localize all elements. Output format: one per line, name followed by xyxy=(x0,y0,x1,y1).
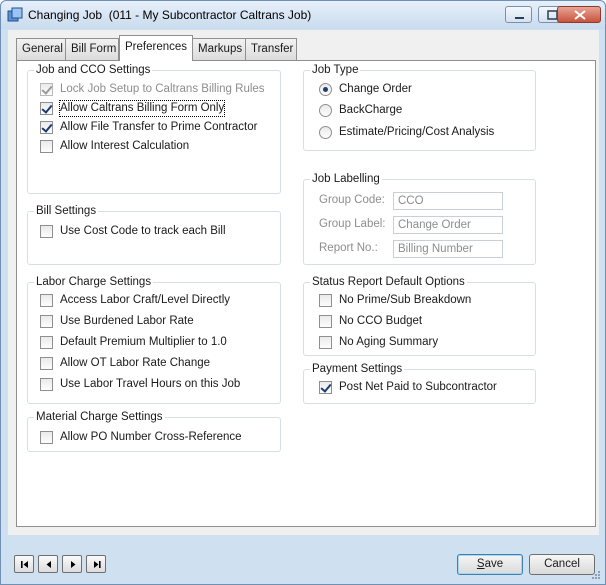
group-title: Bill Settings xyxy=(34,204,99,218)
checkbox-box xyxy=(319,294,332,307)
save-label-rest: ave xyxy=(484,558,504,570)
group-title: Job Type xyxy=(310,63,361,77)
tab-general[interactable]: General xyxy=(16,38,66,60)
job-app-icon xyxy=(7,7,23,22)
checkbox-label: No CCO Budget xyxy=(339,315,423,327)
radio-label: Change Order xyxy=(339,83,412,95)
checkbox-box xyxy=(40,378,53,391)
checkbox-label: No Aging Summary xyxy=(339,336,439,348)
report-no-field[interactable] xyxy=(393,240,503,258)
save-button[interactable]: Save xyxy=(457,554,523,575)
group-label-field[interactable] xyxy=(393,216,503,234)
group-label-label: Group Label: xyxy=(319,218,386,230)
checkbox-label: Allow OT Labor Rate Change xyxy=(60,357,211,369)
checkbox-box xyxy=(40,294,53,307)
checkbox-box xyxy=(319,336,332,349)
close-button[interactable] xyxy=(557,6,601,23)
checkbox-label: No Prime/Sub Breakdown xyxy=(339,294,472,306)
group-title: Status Report Default Options xyxy=(310,275,467,289)
title-bar[interactable]: Changing Job (011 - My Subcontractor Cal… xyxy=(1,1,605,29)
tab-label: Markups xyxy=(198,43,243,55)
labor-charge-settings-group: Labor Charge Settings Access Labor Craft… xyxy=(27,275,281,404)
group-title: Job and CCO Settings xyxy=(34,63,153,77)
tab-label: Transfer xyxy=(251,43,294,55)
radio-circle xyxy=(319,126,332,139)
checkbox-box xyxy=(40,225,53,238)
changing-job-window: Changing Job (011 - My Subcontractor Cal… xyxy=(0,0,606,585)
checkbox-label: Post Net Paid to Subcontractor xyxy=(339,381,497,393)
minimize-button[interactable] xyxy=(505,6,532,23)
first-record-icon xyxy=(21,561,28,568)
checkbox-box xyxy=(40,121,53,134)
radio-label: Estimate/Pricing/Cost Analysis xyxy=(339,126,495,138)
tab-label: Preferences xyxy=(125,41,188,53)
checkbox-box xyxy=(319,315,332,328)
tab-label: Bill Form xyxy=(71,43,117,55)
group-code-label: Group Code: xyxy=(319,194,385,206)
checkbox-box xyxy=(40,140,53,153)
radio-label: BackCharge xyxy=(339,104,403,116)
checkbox-box xyxy=(40,83,53,96)
checkbox-label: Access Labor Craft/Level Directly xyxy=(60,294,231,306)
material-charge-settings-group: Material Charge Settings Allow PO Number… xyxy=(27,410,281,452)
radio-circle xyxy=(319,104,332,117)
payment-settings-group: Payment Settings Post Net Paid to Subcon… xyxy=(303,362,536,404)
resize-grip-icon[interactable] xyxy=(591,570,601,580)
tab-markups[interactable]: Markups xyxy=(192,38,246,60)
checkbox-box xyxy=(319,381,332,394)
tab-bill-form[interactable]: Bill Form xyxy=(65,38,119,60)
status-report-options-group: Status Report Default Options No Prime/S… xyxy=(303,275,536,356)
bill-settings-group: Bill Settings Use Cost Code to track eac… xyxy=(27,204,281,265)
job-cco-settings-group: Job and CCO Settings Lock Job Setup to C… xyxy=(27,63,281,194)
group-code-field[interactable] xyxy=(393,192,503,210)
group-title: Job Labelling xyxy=(310,172,382,186)
checkbox-box xyxy=(40,336,53,349)
tab-transfer[interactable]: Transfer xyxy=(245,38,297,60)
checkbox-box xyxy=(40,315,53,328)
group-title: Labor Charge Settings xyxy=(34,275,154,289)
checkbox-label: Lock Job Setup to Caltrans Billing Rules xyxy=(60,83,265,95)
next-record-icon xyxy=(71,561,76,568)
cancel-button[interactable]: Cancel xyxy=(529,554,595,575)
checkbox-label: Allow Interest Calculation xyxy=(60,140,190,152)
job-type-group: Job Type Change Order BackCharge Estimat… xyxy=(303,63,536,151)
checkbox-label: Use Cost Code to track each Bill xyxy=(60,225,226,237)
last-record-icon xyxy=(94,561,101,568)
checkbox-label: Allow PO Number Cross-Reference xyxy=(60,431,242,443)
checkbox-label: Allow Caltrans Billing Form Only xyxy=(58,100,226,117)
preferences-panel: Job and CCO Settings Lock Job Setup to C… xyxy=(16,60,596,527)
radio-circle xyxy=(319,83,332,96)
dialog-client-area: General Bill Form Preferences Markups Tr… xyxy=(8,30,599,535)
close-icon xyxy=(574,10,586,20)
previous-record-button[interactable] xyxy=(38,555,58,573)
tab-preferences[interactable]: Preferences xyxy=(119,35,193,61)
checkbox-label: Use Labor Travel Hours on this Job xyxy=(60,378,241,390)
job-labelling-group: Job Labelling Group Code: Group Label: R… xyxy=(303,172,536,265)
checkbox-box xyxy=(40,102,53,115)
last-record-button[interactable] xyxy=(86,555,106,573)
checkbox-label: Allow File Transfer to Prime Contractor xyxy=(60,121,258,133)
checkbox-box xyxy=(40,431,53,444)
report-no-label: Report No.: xyxy=(319,242,378,254)
tab-label: General xyxy=(22,43,63,55)
window-title: Changing Job (011 - My Subcontractor Cal… xyxy=(28,8,312,22)
checkbox-label: Use Burdened Labor Rate xyxy=(60,315,194,327)
checkbox-box xyxy=(40,357,53,370)
checkbox-label: Default Premium Multiplier to 1.0 xyxy=(60,336,227,348)
previous-record-icon xyxy=(46,561,51,568)
cancel-label: Cancel xyxy=(544,558,580,570)
next-record-button[interactable] xyxy=(62,555,82,573)
save-accelerator: S xyxy=(476,558,485,570)
first-record-button[interactable] xyxy=(14,555,34,573)
group-title: Payment Settings xyxy=(310,362,405,376)
minimize-icon xyxy=(515,17,524,19)
group-title: Material Charge Settings xyxy=(34,410,165,424)
